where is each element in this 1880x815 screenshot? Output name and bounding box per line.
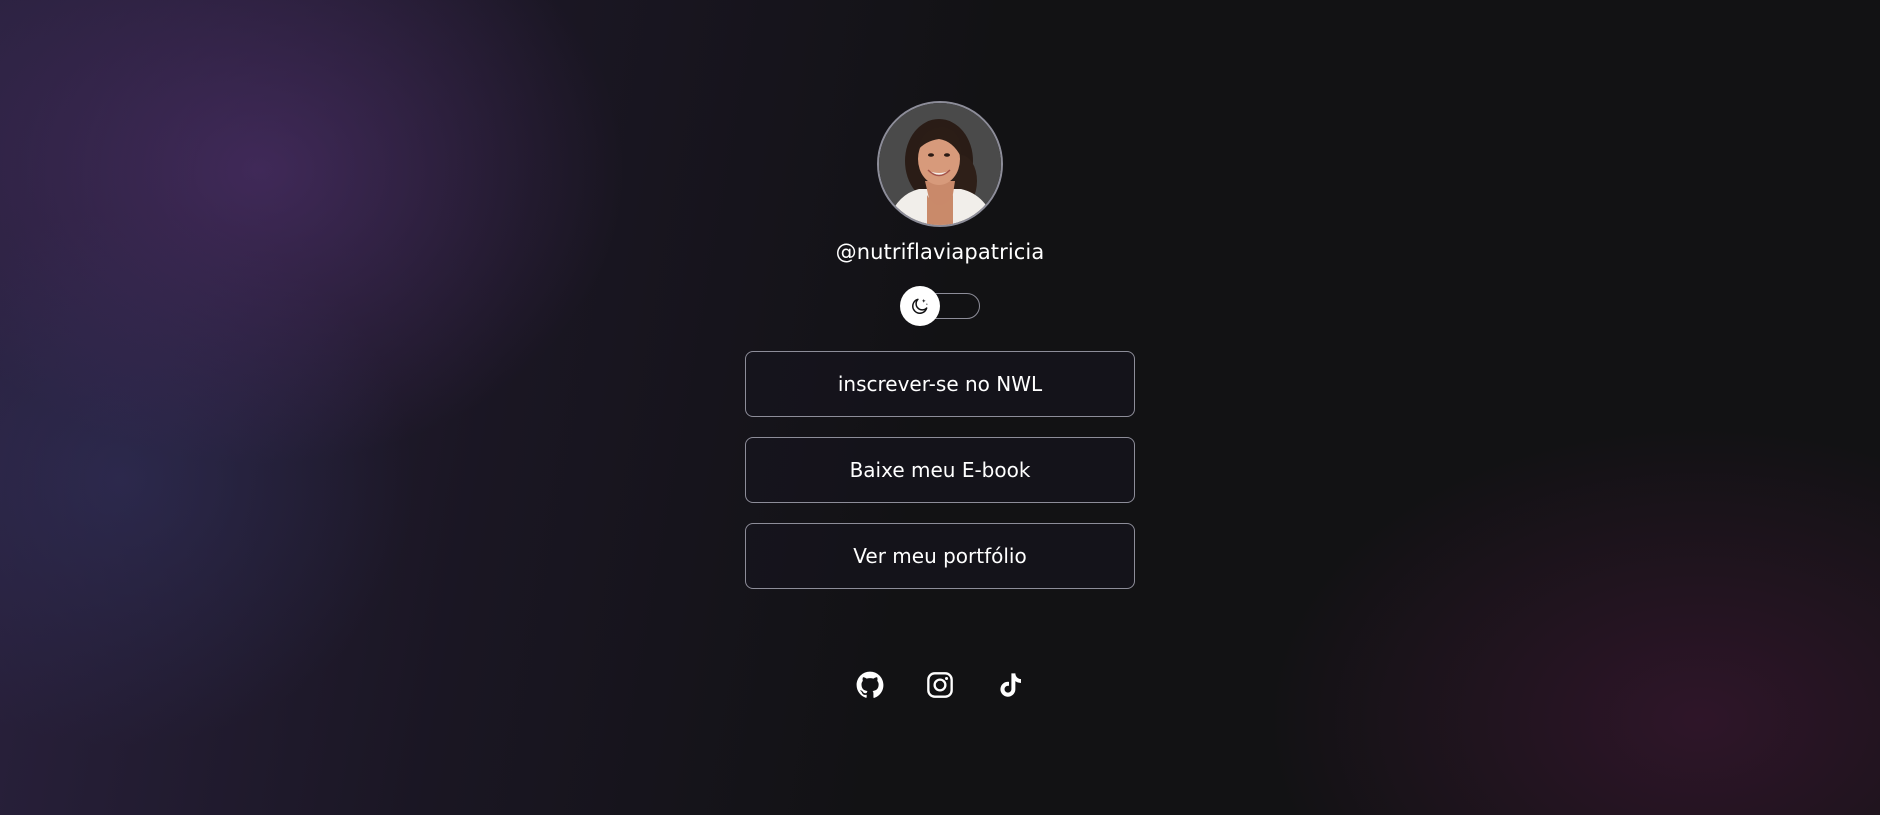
profile-avatar <box>877 101 1003 227</box>
avatar-photo <box>879 103 1001 225</box>
instagram-link[interactable] <box>922 667 958 703</box>
link-button-nwl[interactable]: inscrever-se no NWL <box>745 351 1135 417</box>
theme-toggle-knob[interactable] <box>900 286 940 326</box>
profile-handle: @nutriflaviapatricia <box>835 240 1045 264</box>
links-list: inscrever-se no NWL Baixe meu E-book Ver… <box>745 351 1135 589</box>
link-button-ebook[interactable]: Baixe meu E-book <box>745 437 1135 503</box>
instagram-icon <box>927 672 953 698</box>
moon-stars-icon <box>912 298 928 314</box>
link-item: inscrever-se no NWL <box>745 351 1135 417</box>
tiktok-icon <box>1000 673 1021 697</box>
link-button-portfolio[interactable]: Ver meu portfólio <box>745 523 1135 589</box>
link-item: Baixe meu E-book <box>745 437 1135 503</box>
github-icon <box>856 671 884 698</box>
profile-container: @nutriflaviapatricia inscrever-se no NWL… <box>745 101 1135 703</box>
github-link[interactable] <box>852 667 888 703</box>
tiktok-link[interactable] <box>992 667 1028 703</box>
social-links <box>852 667 1028 703</box>
link-item: Ver meu portfólio <box>745 523 1135 589</box>
theme-toggle[interactable] <box>900 286 980 326</box>
